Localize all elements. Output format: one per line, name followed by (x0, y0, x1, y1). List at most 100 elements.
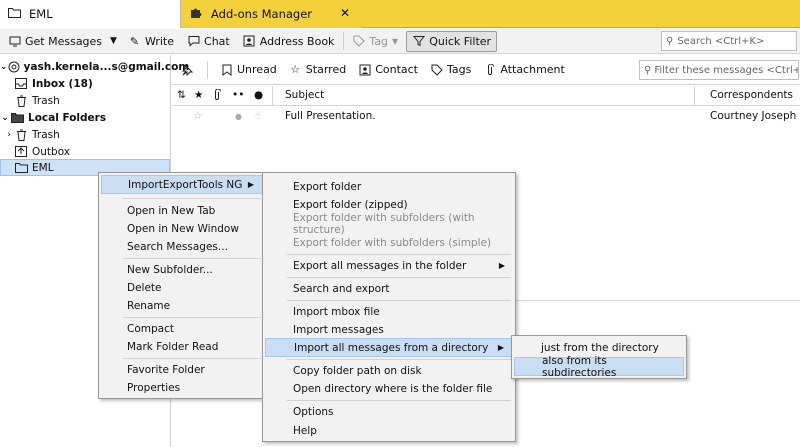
menu-item-export-all-messages[interactable]: Export all messages in the folder ▶ (265, 256, 513, 275)
menu-item-search-messages[interactable]: Search Messages... (101, 237, 263, 256)
menu-item-label: Export folder with subfolders (simple) (293, 236, 492, 249)
read-status-icon[interactable]: •• (232, 89, 244, 101)
menu-item-open-directory[interactable]: Open directory where is the folder file (265, 379, 513, 398)
paperclip-icon (483, 63, 496, 76)
menu-separator (123, 258, 261, 259)
puzzle-icon (190, 6, 203, 22)
menu-item-export-folder[interactable]: Export folder (265, 177, 513, 196)
menu-item-label: Options (293, 405, 334, 418)
folder-account[interactable]: ⌄ yash.kernela...s@gmail.com (0, 58, 189, 75)
menu-item-favorite-folder[interactable]: Favorite Folder (101, 360, 263, 379)
folder-context-menu: ImportExportTools NG ▶ Open in New Tab O… (98, 172, 266, 399)
junk-icon[interactable]: ● (254, 89, 263, 101)
contact-filter-button[interactable]: Contact (358, 63, 418, 76)
menu-item-importexporttools[interactable]: ImportExportTools NG ▶ (101, 175, 263, 194)
starred-filter-button[interactable]: ☆ Starred (289, 63, 346, 76)
tag-icon (352, 35, 365, 48)
chevron-right-icon: ▶ (497, 343, 504, 352)
star-icon[interactable]: ☆ (193, 110, 202, 122)
get-messages-button[interactable]: Get Messages (3, 31, 107, 52)
menu-item-copy-folder-path[interactable]: Copy folder path on disk (265, 361, 513, 380)
menu-item-rename[interactable]: Rename (101, 296, 263, 315)
paperclip-icon[interactable] (213, 88, 221, 104)
outbox-icon (14, 146, 28, 158)
menu-item-search-and-export[interactable]: Search and export (265, 279, 513, 298)
junk-icon[interactable]: ☝ (254, 110, 260, 122)
tag-button[interactable]: Tag ▼ (347, 31, 403, 52)
folder-label: Inbox (18) (32, 77, 93, 90)
search-input[interactable]: ⚲ Search <Ctrl+K> (661, 31, 797, 51)
menu-item-export-subfolders-structure[interactable]: Export folder with subfolders (with stru… (265, 211, 513, 236)
unread-filter-button[interactable]: Unread (220, 63, 277, 76)
folder-label: Trash (32, 94, 60, 107)
thread-column-icon[interactable]: ⇅ (177, 89, 186, 101)
menu-item-label: Properties (127, 381, 181, 394)
menu-separator (123, 198, 261, 199)
folder-inbox[interactable]: Inbox (18) (0, 75, 170, 92)
menu-item-options[interactable]: Options (265, 402, 513, 421)
menu-item-mark-folder-read[interactable]: Mark Folder Read (101, 337, 263, 356)
search-icon: ⚲ (666, 35, 674, 47)
menu-item-import-messages[interactable]: Import messages (265, 320, 513, 339)
menu-item-import-from-directory[interactable]: Import all messages from a directory ▶ (265, 338, 513, 357)
menu-separator (123, 317, 261, 318)
chevron-down-icon: ⌄ (0, 61, 8, 72)
menu-item-open-new-window[interactable]: Open in New Window (101, 219, 263, 238)
menu-item-import-mbox[interactable]: Import mbox file (265, 302, 513, 321)
local-folders-icon (10, 112, 24, 124)
close-icon[interactable]: ✕ (340, 6, 350, 20)
quick-filter-button[interactable]: Quick Filter (406, 30, 498, 52)
menu-item-label: Export folder with subfolders (with stru… (293, 211, 475, 236)
read-status-icon[interactable]: ● (235, 112, 242, 121)
starred-label: Starred (305, 63, 347, 76)
menu-item-properties[interactable]: Properties (101, 378, 263, 397)
chat-label: Chat (204, 34, 230, 48)
menu-item-label: Export folder (293, 180, 362, 193)
menu-item-open-new-tab[interactable]: Open in New Tab (101, 201, 263, 220)
column-separator (272, 86, 273, 106)
attachment-filter-button[interactable]: Attachment (483, 63, 565, 76)
chat-button[interactable]: Chat (182, 31, 235, 52)
folder-outbox[interactable]: Outbox (0, 143, 170, 160)
download-icon (8, 35, 21, 48)
address-book-icon (243, 35, 256, 48)
tab-label: Add-ons Manager (211, 7, 313, 21)
folder-local-folders[interactable]: ⌄ Local Folders (0, 109, 170, 126)
tag-icon (430, 64, 443, 76)
menu-separator (287, 300, 511, 301)
message-correspondent: Courtney Joseph (710, 110, 797, 122)
menu-item-delete[interactable]: Delete (101, 278, 263, 297)
menu-item-also-from-subdirectories[interactable]: also from its subdirectories (514, 355, 684, 379)
write-button[interactable]: ✎ Write (123, 31, 179, 52)
table-row[interactable]: ☆ ● ☝ Full Presentation. Courtney Joseph (172, 107, 800, 125)
trash-icon (14, 129, 28, 141)
menu-item-label: Delete (127, 281, 162, 294)
trash-icon (14, 95, 28, 107)
get-messages-dropdown[interactable]: ▼ (107, 31, 120, 52)
tags-filter-button[interactable]: Tags (430, 63, 471, 76)
unread-label: Unread (237, 63, 277, 76)
tab-eml[interactable]: EML (0, 0, 181, 28)
tags-label: Tags (447, 63, 472, 76)
address-book-button[interactable]: Address Book (238, 31, 340, 52)
menu-item-label: Open in New Window (127, 222, 239, 235)
correspondents-column-header[interactable]: Correspondents (710, 89, 793, 101)
menu-item-label: Import messages (293, 323, 384, 336)
menu-item-label: Open in New Tab (127, 204, 216, 217)
filter-messages-input[interactable]: ⚲ Filter these messages <Ctrl+Shift+K> (639, 60, 799, 80)
menu-item-compact[interactable]: Compact (101, 319, 263, 338)
sticky-filter-button[interactable] (180, 64, 197, 76)
folder-trash[interactable]: Trash (0, 92, 170, 109)
folder-local-trash[interactable]: › Trash (0, 126, 170, 143)
star-icon[interactable]: ★ (194, 89, 203, 101)
menu-item-export-subfolders-simple[interactable]: Export folder with subfolders (simple) (265, 233, 513, 252)
menu-item-label: Open directory where is the folder file (293, 382, 493, 395)
subject-column-header[interactable]: Subject (285, 89, 324, 101)
tab-addons-manager[interactable]: Add-ons Manager ✕ (182, 0, 362, 28)
menu-item-label: Mark Folder Read (127, 340, 219, 353)
menu-item-new-subfolder[interactable]: New Subfolder... (101, 260, 263, 279)
menu-item-help[interactable]: Help (265, 421, 513, 440)
thread-header: ⇅ ★ •• ● Subject Correspondents (172, 86, 800, 106)
tab-bar: EML Add-ons Manager ✕ (0, 0, 800, 28)
menu-item-label: Favorite Folder (127, 363, 205, 376)
